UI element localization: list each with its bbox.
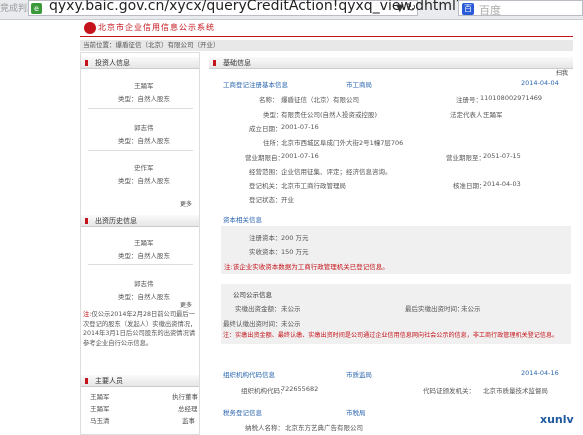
type-value: 有限责任公司(自然人投资或控股) [281, 111, 378, 119]
approval-label: 核准日期： [453, 182, 486, 190]
capital-reg-label: 注册资本： [249, 234, 282, 242]
address-value: 北京市西城区阜成门外大街2号1幢7层706 [281, 139, 404, 147]
logo-icon [84, 22, 96, 34]
header-divider [80, 36, 573, 37]
refresh-icon[interactable]: ↻ [407, 1, 416, 14]
search-box[interactable]: 百 百度 [458, 0, 583, 17]
history-type: 类型：自然人股东 [118, 293, 170, 301]
name-value: 爆盾征信（北京）有限公司 [281, 96, 359, 104]
staff-role: 总经理 [178, 405, 198, 413]
divider [88, 264, 193, 265]
scan-badge[interactable]: 扫我 [556, 68, 568, 77]
baidu-icon: 百 [462, 3, 474, 15]
staff-title-text: 主要人员 [95, 377, 123, 385]
scope-label: 经营范围： [249, 168, 282, 176]
term-to-label: 营业期限至： [446, 154, 485, 162]
last-paid-label: 最后实缴出资时间： [405, 305, 464, 313]
last-sub-value: 未公示 [281, 320, 301, 328]
status-value: 开业 [281, 196, 294, 204]
divider [88, 108, 193, 109]
investor-name: 郭志伟 [134, 124, 154, 132]
history-more-link[interactable]: 更多 [180, 300, 192, 309]
paid-cap-value: 未公示 [281, 305, 301, 313]
staff-role: 执行董事 [172, 393, 198, 401]
browser-toolbar: 竞成判决 e qyxy.baic.gov.cn/xycx/queryCredit… [0, 0, 583, 20]
founded-value: 2001-07-16 [281, 123, 319, 131]
authority-label: 登记机关： [249, 182, 282, 190]
org-issuer-value: 北京市质量技术监督局 [483, 387, 548, 395]
reg-no-value: 110108002971469 [480, 94, 543, 102]
reg-section-source: 市工商局 [346, 81, 372, 89]
legal-value: 王踊军 [483, 111, 503, 119]
watermark: xunlv [540, 413, 574, 426]
reg-section-date: 2014-04-04 [521, 79, 559, 87]
tax-section-title[interactable]: 税务登记信息 [223, 407, 262, 417]
site-title: 北京市企业信用信息公示系统 [98, 23, 215, 32]
status-label: 登记状态： [249, 196, 282, 204]
last-paid-value: 未公示 [461, 305, 481, 313]
basic-info-title: 基础信息 [209, 57, 573, 69]
investor-more-link[interactable]: 更多 [180, 199, 192, 208]
divider [88, 150, 193, 151]
investor-type: 类型：自然人股东 [118, 137, 170, 145]
staff-name: 马玉清 [90, 417, 110, 425]
capital-note: 注:该企业实收资本数据为工商行政管理机关已登记信息。 [224, 263, 389, 271]
address-bar[interactable]: e qyxy.baic.gov.cn/xycx/queryCreditActio… [28, 0, 469, 16]
address-label: 住所： [263, 139, 283, 147]
history-type: 类型：自然人股东 [118, 252, 170, 260]
reg-no-label: 注册号： [456, 96, 482, 104]
type-label: 类型： [263, 111, 283, 119]
name-label: 名称： [259, 96, 279, 104]
term-to-value: 2051-07-15 [483, 152, 521, 160]
disclosure-title: 公司公示信息 [233, 291, 272, 299]
org-section-source: 市质监局 [346, 371, 372, 379]
chevron-down-icon[interactable]: ▼ ↻ [396, 1, 416, 14]
founded-label: 成立日期： [249, 125, 282, 133]
org-code-value: 722655682 [281, 385, 319, 393]
history-section-title: 出资历史信息 [81, 215, 199, 227]
disclosure-note: 注：实缴出资金额、最终认缴、实缴出资时间是公司通过企业信用信息网向社会公示的信息… [223, 332, 559, 339]
search-engine-label: 百度 [479, 4, 501, 17]
term-from-label: 营业期限自： [245, 154, 284, 162]
scope-value: 企业信用征集、评定；经济信息咨询。 [281, 168, 392, 176]
org-code-label: 组织机构代码： [241, 387, 287, 395]
org-issuer-label: 代码证颁发机关： [423, 387, 475, 395]
investor-name: 史作军 [134, 164, 154, 172]
reg-section-title[interactable]: 工商登记注册基本信息 [223, 79, 288, 89]
history-name: 郭志伟 [134, 280, 154, 288]
term-from-value: 2001-07-16 [281, 152, 319, 160]
investor-type: 类型：自然人股东 [118, 95, 170, 103]
history-title-text: 出资历史信息 [95, 217, 137, 225]
staff-role: 监事 [182, 417, 195, 425]
breadcrumb: 当前位置：爆盾征信（北京）有限公司（开业） [80, 40, 573, 51]
tax-name-value: 北京东方艺典广告有限公司 [285, 424, 363, 432]
last-sub-label: 最终认缴出资时间： [223, 320, 282, 328]
staff-name: 王踊军 [90, 405, 110, 413]
org-section-date: 2014-04-16 [521, 369, 559, 377]
capital-paid-label: 实收资本： [249, 248, 282, 256]
investor-section-title: 投资人信息 [81, 57, 199, 69]
history-name: 王踊军 [134, 239, 154, 247]
capital-paid-value: 150 万元 [281, 248, 309, 256]
tax-name-label: 纳税人名称： [245, 424, 284, 432]
note-text: 仅公示2014年2月28日前公司最后一次登记的股东（发起人）实缴出资情况，201… [83, 311, 197, 347]
investor-title-text: 投资人信息 [95, 59, 130, 67]
history-note: 注:仅公示2014年2月28日前公司最后一次登记的股东（发起人）实缴出资情况，2… [83, 310, 199, 348]
investor-type: 类型：自然人股东 [118, 177, 170, 185]
capital-section-title[interactable]: 资本相关信息 [223, 214, 262, 224]
authority-value: 北京市工商行政管理局 [281, 182, 346, 190]
investor-name: 王踊军 [134, 82, 154, 90]
basic-title-text: 基础信息 [223, 59, 251, 67]
paid-cap-label: 实缴出资金额： [235, 305, 281, 313]
staff-section-title: 主要人员 [81, 375, 199, 387]
org-section-title[interactable]: 组织机构代码信息 [223, 369, 275, 379]
staff-name: 王踊军 [90, 393, 110, 401]
security-icon: e [31, 3, 42, 14]
approval-value: 2014-04-03 [483, 180, 521, 188]
capital-reg-value: 200 万元 [281, 234, 309, 242]
tax-section-source: 市税局 [346, 409, 366, 417]
